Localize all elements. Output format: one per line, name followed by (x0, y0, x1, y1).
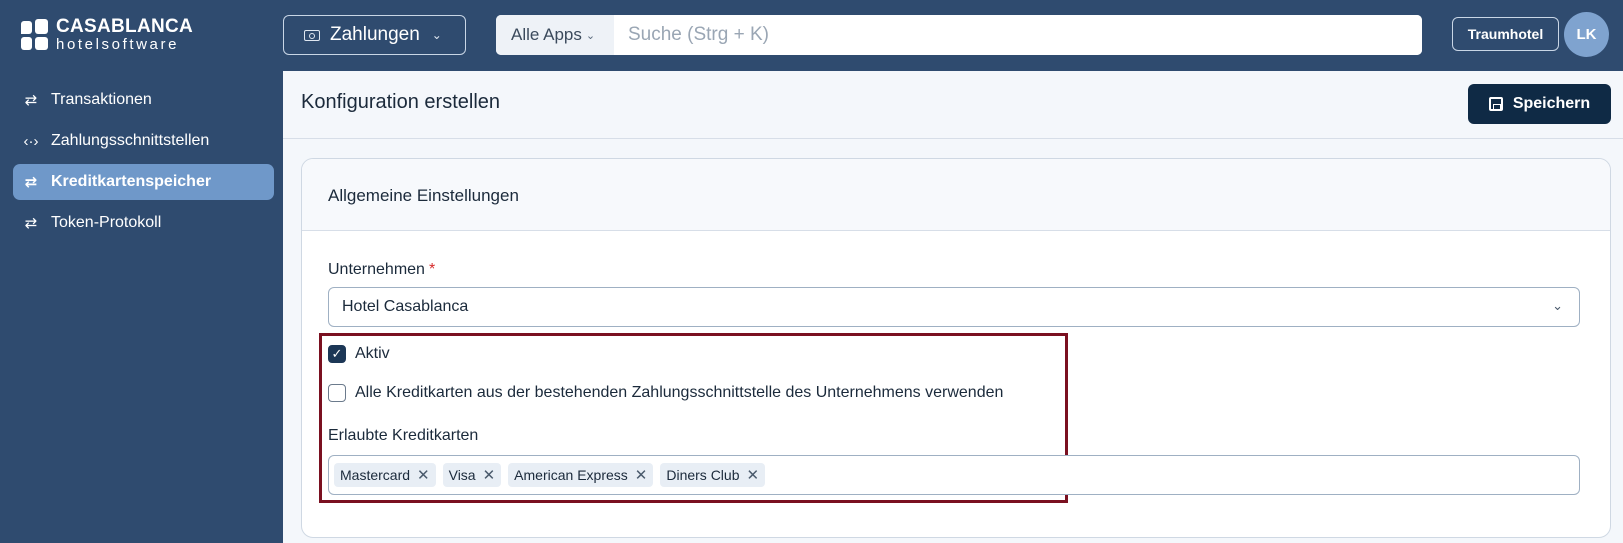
chevron-down-icon: ⌄ (1552, 298, 1563, 313)
card-tag-visa: Visa ✕ (442, 463, 502, 487)
sidebar-item-label: Zahlungsschnittstellen (51, 132, 210, 149)
page-title: Konfiguration erstellen (301, 91, 501, 113)
card-tag-diners-club: Diners Club ✕ (660, 463, 766, 487)
swap-arrows-icon: ⇄ (24, 92, 38, 109)
search-scope-select[interactable]: Alle Apps ⌄ (496, 15, 614, 55)
app-switcher-button[interactable]: Zahlungen ⌄ (283, 15, 466, 55)
sidebar-item-kreditkartenspeicher[interactable]: ⇄ Kreditkartenspeicher (13, 164, 274, 200)
save-button-label: Speichern (1512, 95, 1591, 112)
company-select-value: Hotel Casablanca (342, 298, 469, 315)
save-disk-icon (1488, 97, 1503, 111)
app-switcher-label: Zahlungen (330, 24, 420, 45)
card-tag-mastercard: Mastercard ✕ (334, 463, 436, 487)
remove-tag-icon[interactable]: ✕ (417, 466, 430, 484)
chevron-down-icon: ⌄ (585, 29, 596, 42)
settings-card: Allgemeine Einstellungen Unternehmen * Ho… (301, 158, 1611, 538)
card-tag-american-express: American Express ✕ (508, 463, 654, 487)
sidebar-item-zahlungsschnittstellen[interactable]: ‹·› Zahlungsschnittstellen (13, 123, 274, 159)
remove-tag-icon[interactable]: ✕ (483, 466, 496, 484)
remove-tag-icon[interactable]: ✕ (635, 466, 648, 484)
required-mark: * (428, 261, 436, 278)
hotel-select-button[interactable]: Traumhotel (1452, 17, 1559, 51)
brand-name: CASABLANCA (56, 16, 194, 37)
save-button[interactable]: Speichern (1468, 84, 1611, 124)
sidebar: ⇄ Transaktionen ‹·› Zahlungsschnittstell… (0, 71, 283, 543)
swap-arrows-icon: ⇄ (24, 174, 38, 191)
chevron-down-icon: ⌄ (431, 28, 442, 42)
company-select[interactable]: Hotel Casablanca ⌄ (328, 287, 1580, 327)
card-title: Allgemeine Einstellungen (328, 186, 519, 205)
main-content: Konfiguration erstellen Speichern Allgem… (283, 71, 1623, 543)
swap-arrows-icon: ⇄ (24, 215, 38, 232)
sidebar-item-label: Kreditkartenspeicher (51, 173, 212, 190)
use-all-cards-label: Alle Kreditkarten aus der bestehenden Za… (355, 384, 1004, 401)
use-all-cards-checkbox[interactable] (328, 384, 346, 402)
brand-logo[interactable]: CASABLANCA hotelsoftware (21, 17, 193, 52)
search-input[interactable] (614, 15, 1422, 55)
logo-mark-icon (21, 18, 49, 51)
sidebar-item-transaktionen[interactable]: ⇄ Transaktionen (13, 82, 274, 118)
brand-subtitle: hotelsoftware (56, 36, 180, 53)
allowed-cards-label: Erlaubte Kreditkarten (328, 427, 479, 444)
search-scope-label: Alle Apps (511, 25, 582, 44)
cash-icon (304, 29, 320, 41)
sidebar-item-label: Token-Protokoll (51, 214, 162, 231)
active-checkbox[interactable]: ✓ (328, 345, 346, 363)
top-bar: CASABLANCA hotelsoftware Zahlungen ⌄ All… (0, 0, 1623, 71)
card-header: Allgemeine Einstellungen (302, 159, 1610, 231)
sidebar-item-label: Transaktionen (51, 91, 152, 108)
active-checkbox-label: Aktiv (355, 345, 390, 362)
page-header: Konfiguration erstellen Speichern (283, 71, 1623, 139)
active-checkbox-row[interactable]: ✓ Aktiv (328, 345, 390, 363)
user-avatar[interactable]: LK (1564, 12, 1609, 57)
code-arrows-icon: ‹·› (23, 132, 39, 150)
company-label: Unternehmen * (328, 261, 436, 278)
global-search: Alle Apps ⌄ (496, 15, 1422, 55)
sidebar-item-token-protokoll[interactable]: ⇄ Token-Protokoll (13, 205, 274, 241)
use-all-cards-checkbox-row[interactable]: Alle Kreditkarten aus der bestehenden Za… (328, 384, 1003, 402)
allowed-cards-input[interactable]: Mastercard ✕ Visa ✕ American Express ✕ D… (328, 455, 1580, 495)
remove-tag-icon[interactable]: ✕ (746, 466, 759, 484)
